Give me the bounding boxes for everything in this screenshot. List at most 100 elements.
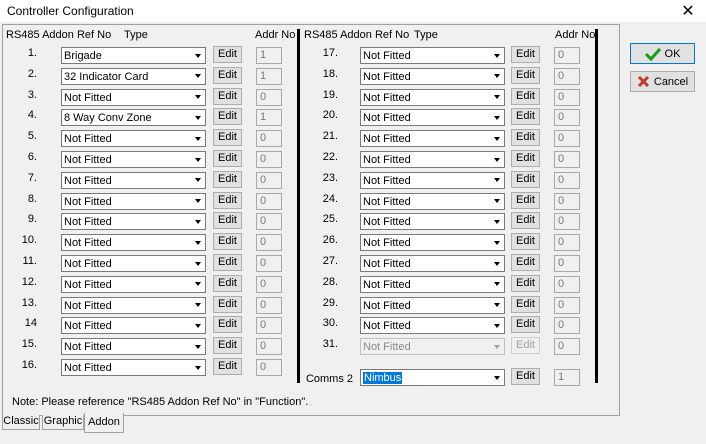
chevron-down-icon [489, 110, 504, 125]
chevron-down-icon [489, 152, 504, 167]
edit-button[interactable]: Edit [511, 337, 540, 355]
addon-type-select[interactable]: Not Fitted [360, 296, 505, 314]
addon-type-select[interactable]: Not Fitted [360, 338, 505, 356]
edit-button[interactable]: Edit [511, 274, 540, 292]
addon-type-select[interactable]: Not Fitted [360, 255, 505, 272]
row-number: 24. [322, 192, 338, 205]
title-bar: Controller Configuration ✕ [0, 0, 706, 22]
addon-type-value: Not Fitted [363, 258, 411, 270]
right-type-header: Type [414, 29, 438, 41]
addr-field[interactable]: 0 [554, 234, 580, 252]
addr-field[interactable]: 0 [554, 88, 580, 106]
chevron-down-icon [489, 214, 504, 229]
row-number: 21. [322, 130, 338, 143]
addr-field[interactable]: 0 [554, 255, 580, 272]
chevron-down-icon [489, 194, 504, 209]
addon-type-value: Not Fitted [363, 91, 411, 104]
chevron-down-icon [489, 298, 504, 313]
row-number: 23. [322, 171, 338, 184]
addon-type-select[interactable]: Not Fitted [360, 47, 505, 64]
comms-addr-field[interactable]: 1 [554, 369, 580, 386]
chevron-down-icon [489, 131, 504, 146]
addr-field[interactable]: 0 [554, 171, 580, 189]
row-number: 25. [322, 213, 338, 226]
edit-button[interactable]: Edit [511, 108, 540, 126]
chevron-down-icon [489, 173, 504, 188]
row-number: 17. [322, 47, 338, 59]
tab-classic[interactable]: Classic [2, 415, 40, 430]
chevron-down-icon [489, 318, 504, 333]
comms-edit-button[interactable]: Edit [511, 368, 540, 385]
edit-button[interactable]: Edit [511, 150, 540, 167]
addon-type-value: Not Fitted [363, 50, 411, 62]
addon-type-select[interactable]: Not Fitted [360, 67, 505, 85]
chevron-down-icon [489, 48, 504, 63]
edit-button[interactable]: Edit [511, 212, 540, 230]
addon-type-select[interactable]: Not Fitted [360, 234, 505, 252]
chevron-down-icon [489, 90, 504, 105]
addon-row: 28. Not Fitted Edit 0 [3, 274, 603, 293]
addon-type-value: Not Fitted [363, 174, 411, 187]
edit-button[interactable]: Edit [511, 87, 540, 105]
row-number: 31. [322, 338, 338, 351]
addon-type-select[interactable]: Not Fitted [360, 317, 505, 335]
edit-button[interactable]: Edit [511, 46, 540, 63]
addon-row: 24. Not Fitted Edit 0 [3, 191, 603, 210]
addon-type-value: Not Fitted [363, 299, 411, 312]
addon-type-select[interactable]: Not Fitted [360, 192, 505, 210]
edit-button[interactable]: Edit [511, 66, 540, 84]
addr-field[interactable]: 0 [554, 47, 580, 64]
addon-type-select[interactable]: Not Fitted [360, 213, 505, 231]
addr-field[interactable]: 0 [554, 109, 580, 127]
addr-field[interactable]: 0 [554, 317, 580, 335]
tab-graphic[interactable]: Graphic [42, 415, 84, 430]
edit-button[interactable]: Edit [511, 129, 540, 147]
addon-row: 18. Not Fitted Edit 0 [3, 66, 603, 85]
addon-type-select[interactable]: Not Fitted [360, 171, 505, 189]
chevron-down-icon [489, 235, 504, 250]
right-addr-header: Addr No [555, 29, 596, 41]
addon-type-select[interactable]: Not Fitted [360, 130, 505, 148]
ok-button[interactable]: OK [630, 43, 695, 64]
cancel-button[interactable]: Cancel [630, 71, 695, 92]
comms-type-select[interactable]: Nimbus [360, 369, 505, 386]
edit-button[interactable]: Edit [511, 254, 540, 271]
left-ref-header: RS485 Addon Ref No [6, 29, 112, 41]
addon-row: 19. Not Fitted Edit 0 [3, 87, 603, 106]
close-button[interactable]: ✕ [670, 0, 706, 22]
edit-button[interactable]: Edit [511, 316, 540, 334]
edit-button[interactable]: Edit [511, 170, 540, 188]
left-addr-header: Addr No [255, 29, 296, 41]
edit-button[interactable]: Edit [511, 233, 540, 251]
addr-field[interactable]: 0 [554, 192, 580, 210]
addr-field[interactable]: 0 [554, 296, 580, 314]
addon-row: 31. Not Fitted Edit 0 [3, 337, 603, 356]
cancel-label: Cancel [653, 75, 689, 88]
addon-type-value: Not Fitted [363, 112, 411, 125]
addr-field[interactable]: 0 [554, 213, 580, 231]
addon-type-select[interactable]: Not Fitted [360, 151, 505, 168]
addon-row: 29. Not Fitted Edit 0 [3, 295, 603, 314]
right-ref-header: RS485 Addon Ref No [304, 29, 410, 41]
addon-type-select[interactable]: Not Fitted [360, 88, 505, 106]
addon-type-select[interactable]: Not Fitted [360, 109, 505, 127]
reference-note: Note: Please reference "RS485 Addon Ref … [12, 396, 309, 408]
addr-field[interactable]: 0 [554, 275, 580, 293]
row-number: 18. [322, 67, 338, 80]
addr-field[interactable]: 0 [554, 151, 580, 168]
addon-type-value: Not Fitted [363, 133, 411, 146]
check-icon [644, 47, 661, 61]
addr-field[interactable]: 0 [554, 130, 580, 148]
edit-button[interactable]: Edit [511, 191, 540, 209]
tab-addon[interactable]: Addon [84, 413, 124, 433]
row-number: 28. [322, 275, 338, 288]
addon-row: 22. Not Fitted Edit 0 [3, 150, 603, 168]
addr-field[interactable]: 0 [554, 338, 580, 356]
edit-button[interactable]: Edit [511, 295, 540, 313]
addon-type-value: Not Fitted [363, 70, 411, 83]
addon-row: 25. Not Fitted Edit 0 [3, 212, 603, 231]
addon-type-select[interactable]: Not Fitted [360, 275, 505, 293]
addon-row: 27. Not Fitted Edit 0 [3, 254, 603, 272]
addr-field[interactable]: 0 [554, 67, 580, 85]
row-number: 26. [322, 234, 338, 247]
